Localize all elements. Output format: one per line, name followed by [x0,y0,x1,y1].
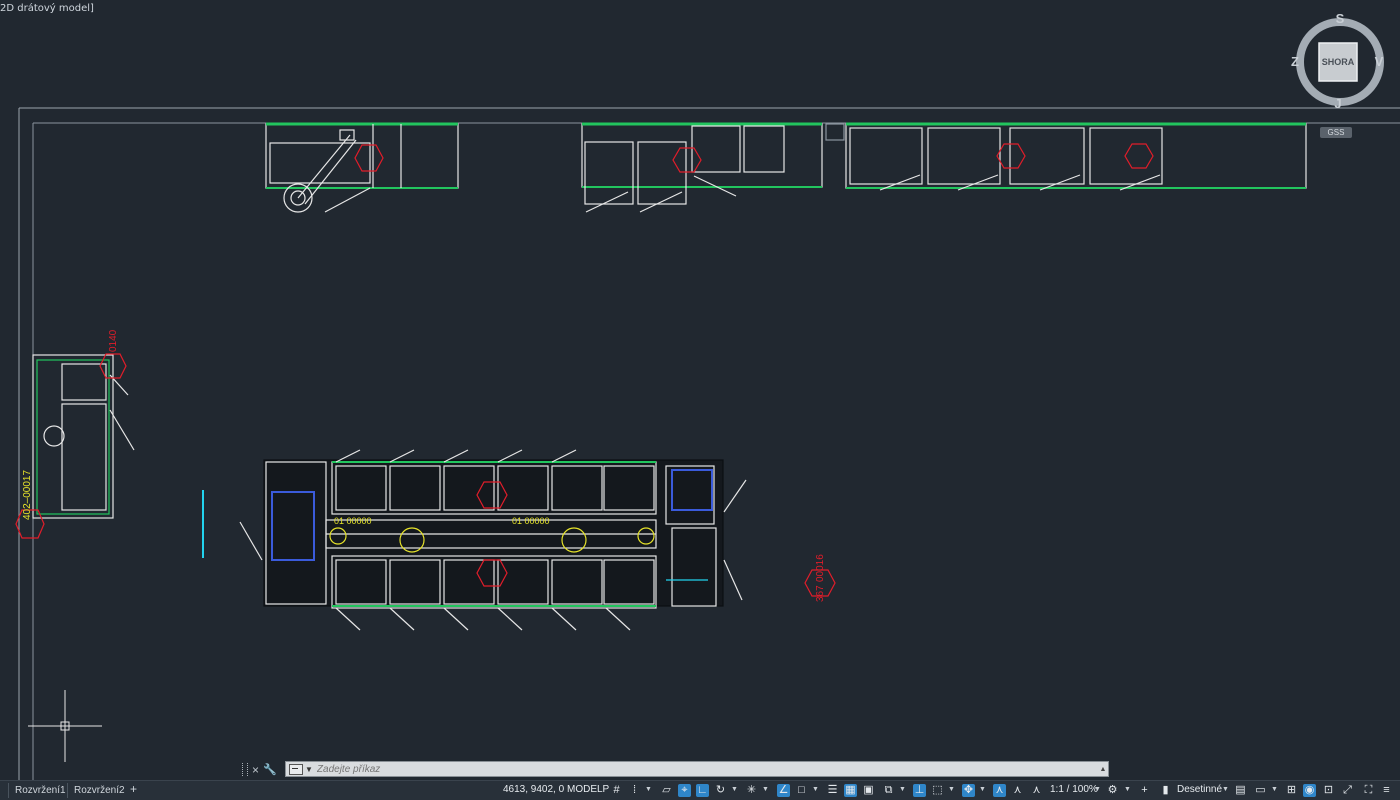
wcs-menu[interactable]: GSS [1320,127,1352,138]
snap-icon[interactable]: ⁞ [628,784,641,797]
equipment-group-top-a[interactable] [265,122,459,213]
command-input-box[interactable]: ▼ ▲ [285,761,1109,777]
annotation-visibility-icon[interactable]: ⋏ [993,784,1006,797]
chevron-down-icon[interactable]: ▼ [1124,786,1131,793]
model-space-toggle[interactable]: MODELP [567,784,609,795]
chevron-down-icon[interactable]: ▼ [1094,786,1101,793]
auto-scale-icon[interactable]: ⋏ [1011,784,1024,797]
polar-tracking-icon[interactable]: ↻ [714,784,727,797]
chevron-down-icon[interactable]: ▼ [899,786,906,793]
tag-left-top: 0140 [108,329,119,352]
lock-ui-icon[interactable]: ▭ [1254,784,1267,797]
transparency-icon[interactable]: ▦ [844,784,857,797]
chevron-down-icon[interactable]: ▼ [1222,786,1229,793]
dynamic-ucs-icon[interactable]: ⊥ [913,784,926,797]
fullscreen-icon[interactable]: ⤢ [1341,784,1354,797]
ucs-icon [28,690,102,762]
chevron-down-icon[interactable]: ▼ [1271,786,1278,793]
equipment-group-top-b[interactable] [581,122,823,213]
annotation-scale-readout[interactable]: 1:1 / 100% [1050,784,1098,795]
chevron-down-icon[interactable]: ▼ [979,786,986,793]
tag-group-right[interactable]: 00016 367 [804,554,836,602]
close-icon[interactable]: × [252,763,259,777]
command-prompt-icon[interactable] [289,763,303,775]
gizmo-icon[interactable]: ✥ [962,784,975,797]
command-line-controls: × 🔧 [242,762,284,777]
tag-right: 00016 [815,554,826,582]
object-snap-icon[interactable]: □ [795,784,808,797]
compass-west[interactable]: Z [1291,54,1299,69]
object-snap-tracking-icon[interactable]: ∠ [777,784,790,797]
status-bar-menu-icon[interactable]: ⛶ [1362,784,1375,797]
compass-south[interactable]: J [1334,96,1341,111]
equipment-group-center[interactable]: 01 00000 01 00000 [239,449,747,631]
isolate-objects-icon[interactable]: ⊞ [1285,784,1298,797]
quick-properties-icon[interactable]: ▤ [1234,784,1247,797]
3d-osnap-icon[interactable]: ⧉ [882,784,895,797]
equipment-group-top-c[interactable] [825,122,1307,191]
units-icon[interactable]: ▮ [1159,784,1172,797]
chevron-down-icon[interactable]: ▼ [812,786,819,793]
tag-right-prefix: 367 [815,585,826,602]
wrench-icon[interactable]: 🔧 [263,763,277,776]
viewcube[interactable]: SHORA S J V Z [1290,12,1390,112]
drawing-canvas[interactable]: 0140 402–00017 01 00000 01 00000 00016 3… [0,0,1400,780]
command-input[interactable] [316,762,1098,776]
command-history-arrow-icon[interactable]: ▲ [1098,766,1108,773]
conveyor-text-2: 01 00000 [512,516,550,526]
compass-north[interactable]: S [1336,12,1345,26]
ortho-icon[interactable]: ∟ [696,784,709,797]
workspace-gear-icon[interactable]: ⚙ [1106,784,1119,797]
chevron-down-icon[interactable]: ▼ [645,786,652,793]
clean-screen-icon[interactable]: ⊡ [1322,784,1335,797]
hardware-acceleration-icon[interactable]: ◉ [1303,784,1316,797]
chevron-down-icon[interactable]: ▼ [762,786,769,793]
selection-cycling-icon[interactable]: ▣ [862,784,875,797]
layout-tab-1[interactable]: Rozvržení1 [8,783,72,798]
chevron-down-icon[interactable]: ▼ [948,786,955,793]
selection-filter-icon[interactable]: ⬚ [931,784,944,797]
isodraft-icon[interactable]: ✳ [745,784,758,797]
annotation-scale-icon[interactable]: ⋏ [1030,784,1043,797]
coordinates-readout[interactable]: 4613, 9402, 0 [503,784,564,795]
chevron-down-icon[interactable]: ▼ [731,786,738,793]
dynamic-input-icon[interactable]: ⌖ [678,784,691,797]
tag-left-bottom: 402–00017 [22,470,33,520]
drawing-viewport[interactable]: 2D drátový model] 0140 402–00017 01 0000… [0,0,1400,780]
grid-icon[interactable]: # [610,784,623,797]
status-bar: Rozvržení1 Rozvržení2 + 4613, 9402, 0 MO… [0,780,1400,800]
annotation-monitor-icon[interactable]: + [1138,784,1151,797]
lineweight-icon[interactable]: ☰ [826,784,839,797]
customization-menu-icon[interactable]: ≡ [1380,784,1393,797]
equipment-group-left[interactable]: 0140 402–00017 [15,329,135,539]
viewcube-face-label: SHORA [1322,57,1355,67]
units-readout[interactable]: Desetinné [1177,784,1222,795]
layout-tab-2[interactable]: Rozvržení2 [67,783,131,798]
chevron-down-icon[interactable]: ▼ [305,765,313,774]
command-line[interactable]: × 🔧 ▼ ▲ [242,760,1110,779]
infer-constraints-icon[interactable]: ▱ [660,784,673,797]
compass-east[interactable]: V [1375,54,1384,69]
conveyor-text-1: 01 00000 [334,516,372,526]
add-layout-button[interactable]: + [130,782,137,796]
command-line-grip-icon[interactable] [242,763,248,776]
